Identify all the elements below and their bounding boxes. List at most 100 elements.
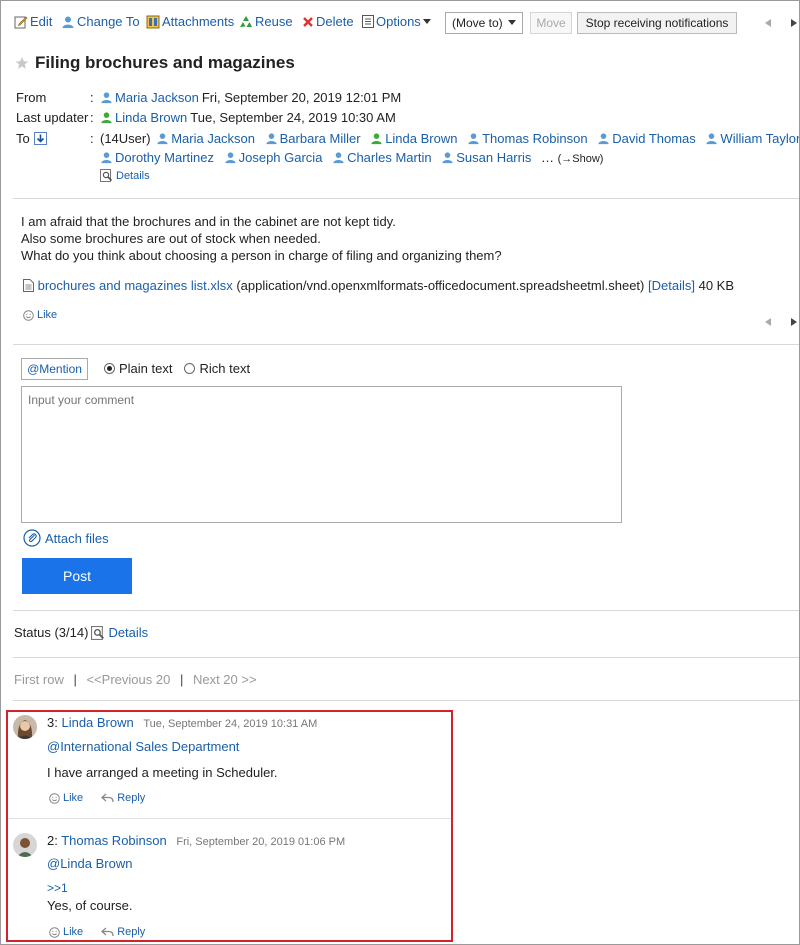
colon: :: [90, 131, 94, 146]
arrow-down-box-icon[interactable]: [33, 132, 47, 145]
body-line: What do you think about choosing a perso…: [21, 248, 502, 263]
attachments-button[interactable]: Attachments: [146, 14, 234, 29]
text-mode-radios: Plain text Rich text: [104, 361, 250, 376]
caret-down-icon: [422, 18, 431, 24]
toolbar: Edit Change To Attachments Reuse Delete …: [1, 11, 799, 35]
pager-separator: |: [179, 672, 184, 687]
recipient-link[interactable]: David Thomas: [612, 131, 696, 146]
move-to-select[interactable]: (Move to): [445, 12, 523, 34]
recipient-link[interactable]: William Taylor: [720, 131, 799, 146]
attachment-type: (application/vnd.openxmlformats-officedo…: [236, 278, 645, 293]
recipient-link[interactable]: Maria Jackson: [171, 131, 255, 146]
reuse-button[interactable]: Reuse: [239, 14, 293, 29]
options-list-icon: [362, 15, 374, 28]
recycle-icon: [240, 15, 252, 27]
move-button[interactable]: Move: [530, 12, 572, 34]
recipient-link[interactable]: Charles Martin: [347, 150, 432, 165]
from-date: Fri, September 20, 2019 12:01 PM: [201, 90, 402, 105]
smiley-icon: [23, 309, 34, 321]
user-icon: [442, 152, 453, 164]
to-label-row: To: [16, 131, 47, 146]
message-title-row: Filing brochures and magazines: [15, 53, 295, 73]
divider: [13, 198, 799, 199]
previous-arrow-icon[interactable]: [765, 318, 771, 326]
options-menu[interactable]: Options: [362, 14, 431, 29]
recipient-link[interactable]: Joseph Garcia: [239, 150, 323, 165]
edit-button[interactable]: Edit: [14, 14, 52, 29]
from-line: Maria Jackson Fri, September 20, 2019 12:…: [100, 90, 401, 105]
user-icon: [706, 133, 718, 145]
plain-text-label[interactable]: Plain text: [119, 361, 172, 376]
attachment-file-link[interactable]: brochures and magazines list.xlsx: [38, 278, 233, 293]
from-user-link[interactable]: Maria Jackson: [115, 90, 199, 105]
user-icon: [333, 152, 344, 164]
previous-arrow-icon[interactable]: [765, 19, 771, 27]
divider: [13, 657, 799, 658]
to-label: To: [16, 131, 30, 146]
stop-notifications-button[interactable]: Stop receiving notifications: [577, 12, 737, 34]
message-body: I am afraid that the brochures and in th…: [21, 213, 502, 264]
recipient-link[interactable]: Linda Brown: [385, 131, 457, 146]
colon: :: [90, 90, 94, 105]
attachment-row: brochures and magazines list.xlsx (appli…: [23, 278, 734, 293]
last-updater-label: Last updater: [16, 110, 89, 125]
attachment-details-link[interactable]: [Details]: [648, 278, 695, 293]
user-icon: [266, 133, 277, 145]
rich-text-radio[interactable]: [184, 363, 196, 374]
message-view: Edit Change To Attachments Reuse Delete …: [0, 0, 800, 945]
user-online-icon: [371, 133, 382, 145]
next-page-link[interactable]: Next 20 >>: [193, 672, 257, 687]
colon: :: [90, 110, 94, 125]
divider: [13, 344, 799, 345]
status-label: Status (3/14): [14, 625, 89, 640]
comment-input[interactable]: [21, 386, 622, 523]
edit-icon: [14, 16, 28, 28]
attachments-icon: [146, 15, 160, 28]
next-arrow-icon[interactable]: [791, 318, 797, 326]
updater-date: Tue, September 24, 2019 10:30 AM: [190, 110, 396, 125]
paperclip-icon: [23, 529, 41, 547]
recipients-details[interactable]: Details: [100, 169, 156, 182]
attach-files-link[interactable]: Attach files: [23, 529, 109, 547]
updater-user-link[interactable]: Linda Brown: [115, 110, 187, 125]
from-label: From: [16, 90, 47, 105]
last-updater-line: Linda Brown Tue, September 24, 2019 10:30…: [100, 110, 396, 125]
divider: [13, 610, 799, 611]
attachment-size: 40 KB: [698, 278, 735, 293]
recipient-link[interactable]: Thomas Robinson: [482, 131, 588, 146]
change-to-button[interactable]: Change To: [61, 14, 140, 29]
details-link: Details: [116, 169, 150, 182]
recipients-row-1: (14User) Maria Jackson Barbara Miller Li…: [100, 131, 799, 146]
star-icon[interactable]: [15, 56, 29, 70]
user-icon: [101, 92, 112, 104]
plain-text-radio[interactable]: [104, 363, 115, 374]
pager: First row | <<Previous 20 | Next 20 >>: [14, 672, 257, 687]
recipient-link[interactable]: Susan Harris: [456, 150, 531, 165]
post-button[interactable]: Post: [22, 558, 132, 594]
body-line: Also some brochures are out of stock whe…: [21, 231, 321, 246]
user-icon: [62, 16, 74, 28]
rich-text-label[interactable]: Rich text: [199, 361, 250, 376]
mention-button[interactable]: @Mention: [21, 358, 88, 380]
user-online-icon: [101, 112, 112, 124]
divider: [13, 700, 799, 701]
recipient-link[interactable]: Barbara Miller: [280, 131, 361, 146]
first-row-link[interactable]: First row: [14, 672, 64, 687]
previous-page-link[interactable]: <<Previous 20: [86, 672, 170, 687]
show-recipients-link[interactable]: (→Show): [558, 153, 604, 165]
delete-button[interactable]: Delete: [302, 14, 354, 29]
recipient-link[interactable]: Dorothy Martinez: [115, 150, 214, 165]
file-icon: [23, 279, 34, 292]
chevron-down-icon: [508, 20, 516, 25]
highlight-frame: [6, 710, 453, 942]
delete-x-icon: [303, 16, 313, 27]
user-icon: [468, 133, 479, 145]
recipient-count: (14User): [100, 131, 151, 146]
body-line: I am afraid that the brochures and in th…: [21, 214, 396, 229]
status-row: Status (3/14) Details: [14, 625, 148, 640]
user-icon: [225, 152, 236, 164]
details-magnifier-icon: [91, 625, 105, 640]
message-like[interactable]: Like: [23, 309, 57, 321]
next-arrow-icon[interactable]: [791, 19, 797, 27]
status-details-link[interactable]: Details: [108, 625, 148, 640]
